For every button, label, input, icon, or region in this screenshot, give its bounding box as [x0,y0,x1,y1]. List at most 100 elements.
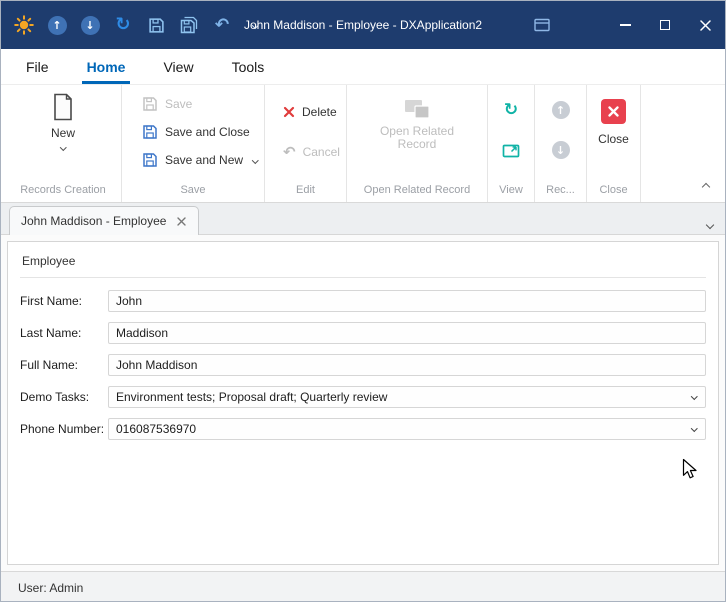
chevron-up-icon [701,182,711,192]
full-name-label: Full Name: [20,358,79,372]
cancel-label: Cancel [302,145,340,159]
undo-icon: ↶ [214,14,230,35]
delete-label: Delete [302,105,337,119]
detail-view-panel: Employee First Name: Last Name: Full Nam… [7,241,719,565]
close-window-button[interactable] [685,1,725,49]
save-icon [148,17,164,33]
refresh-icon: ↻ [503,99,519,120]
ribbon-group-records-navigation: ↑ ↓ Rec... [535,85,587,202]
save-and-new-button[interactable]: Save and New [140,147,264,173]
document-tab-strip: John Maddison - Employee [1,203,725,235]
chevron-down-icon [252,156,259,164]
document-tab-label: John Maddison - Employee [21,214,167,228]
layout-window-button[interactable] [527,1,557,49]
ribbon-group-edit: Delete ↶ Cancel Edit [265,85,347,202]
tab-tools[interactable]: Tools [213,49,284,84]
save-and-close-button[interactable]: Save and Close [140,119,264,145]
tab-list-dropdown-button[interactable] [705,215,715,233]
previous-record-button[interactable]: ↑ [548,97,574,123]
ribbon-group-view: ↻ View [488,85,535,202]
group-label-view: View [499,184,523,196]
ribbon-collapse-button[interactable] [699,181,713,193]
minimize-button[interactable] [605,1,645,49]
save-button[interactable]: Save [140,91,264,117]
tab-file[interactable]: File [7,49,68,84]
arrow-up-circle-icon: ↑ [551,101,570,119]
group-label-edit: Edit [296,184,315,196]
content-area: Employee First Name: Last Name: Full Nam… [1,235,725,571]
quick-save-button[interactable] [146,13,166,37]
save-all-icon [180,16,198,34]
first-name-row: First Name: [20,290,706,312]
demo-tasks-row: Demo Tasks: [20,386,706,408]
nav-down-button[interactable]: ↓ [80,13,100,37]
full-name-input[interactable] [108,354,706,376]
group-label-records-navigation: Rec... [546,184,575,196]
titlebar: ↑ ↓ ↻ ↶ John Maddison - Employee - DXApp… [1,1,725,49]
arrow-down-circle-icon: ↓ [551,141,570,159]
save-and-close-icon [143,125,157,139]
ribbon: New Records Creation Save Save and Close… [1,85,725,203]
open-related-record-label: Open Related Record [379,124,455,151]
nav-up-button[interactable]: ↑ [47,13,67,37]
application-window: ↑ ↓ ↻ ↶ John Maddison - Employee - DXApp… [0,0,726,602]
window-title: John Maddison - Employee - DXApplication… [243,18,483,32]
refresh-view-button[interactable]: ↻ [498,97,524,123]
phone-number-input[interactable] [108,418,706,440]
save-and-close-label: Save and Close [165,125,250,139]
demo-tasks-input[interactable] [108,386,706,408]
group-label-records-creation: Records Creation [20,184,106,196]
undo-button[interactable]: ↶ [212,13,232,37]
new-document-icon [54,93,72,121]
close-icon [699,19,711,31]
ribbon-tab-bar: File Home View Tools [1,49,725,85]
phone-number-label: Phone Number: [20,422,105,436]
first-name-label: First Name: [20,294,83,308]
last-name-row: Last Name: [20,322,706,344]
reset-view-settings-button[interactable] [498,137,524,163]
first-name-input[interactable] [108,290,706,312]
tab-home[interactable]: Home [68,49,145,84]
refresh-icon: ↻ [115,14,131,35]
group-label-close: Close [599,184,628,196]
ribbon-group-close: Close Close [587,85,641,202]
tab-view[interactable]: View [144,49,212,84]
ribbon-group-open-related-record: Open Related Record Open Related Record [347,85,488,202]
arrow-up-circle-icon: ↑ [47,15,67,35]
demo-tasks-label: Demo Tasks: [20,390,90,404]
window-controls [527,1,725,49]
new-button-label: New [50,126,75,140]
app-logo-sun-icon [14,13,34,37]
save-and-new-icon [143,153,157,167]
group-label-save: Save [180,184,206,196]
employee-group-title: Employee [20,252,706,278]
close-red-icon [601,99,626,124]
close-view-button[interactable]: Close [598,85,629,146]
full-name-row: Full Name: [20,354,706,376]
save-and-new-label: Save and New [165,153,244,167]
maximize-icon [660,20,670,30]
open-related-record-button[interactable]: Open Related Record [365,85,469,151]
window-icon [534,18,550,32]
save-icon [143,97,157,111]
save-label: Save [165,97,193,111]
refresh-button[interactable]: ↻ [113,13,133,37]
quick-access-toolbar: ↑ ↓ ↻ ↶ [1,13,265,37]
document-tab[interactable]: John Maddison - Employee [9,206,200,235]
last-name-input[interactable] [108,322,706,344]
status-bar: User: Admin [1,571,725,601]
maximize-button[interactable] [645,1,685,49]
cancel-undo-icon: ↶ [283,142,296,161]
save-layout-button[interactable] [179,13,199,37]
status-user: User: Admin [18,580,84,595]
next-record-button[interactable]: ↓ [548,137,574,163]
delete-button[interactable]: Delete [281,99,346,125]
related-record-icon [405,100,430,119]
arrow-down-circle-icon: ↓ [80,15,100,35]
phone-number-row: Phone Number: [20,418,706,440]
tab-close-button[interactable] [175,215,187,227]
ribbon-group-save: Save Save and Close Save and New Save [122,85,265,202]
cancel-button[interactable]: ↶ Cancel [281,139,346,165]
new-button[interactable]: New [50,85,75,151]
last-name-label: Last Name: [20,326,82,340]
